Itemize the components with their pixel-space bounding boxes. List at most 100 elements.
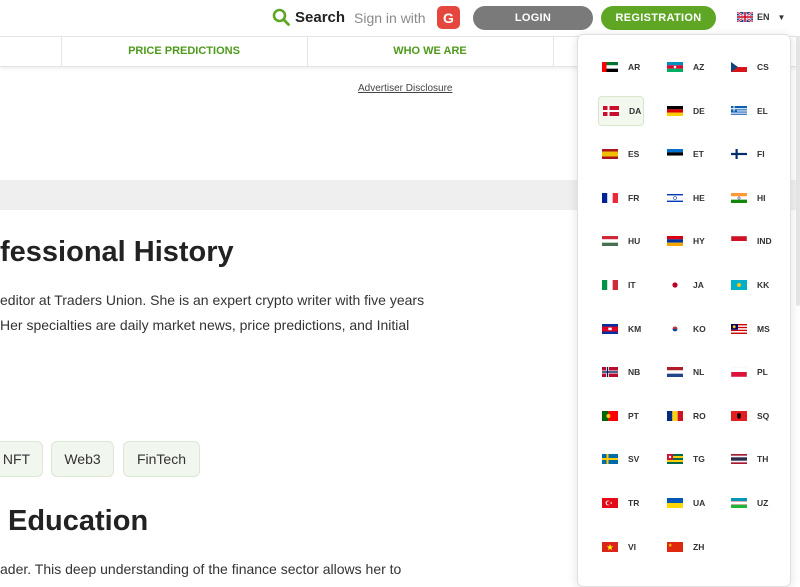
my-flag-icon	[731, 323, 747, 334]
language-code-label: NL	[693, 367, 705, 378]
language-option-vi[interactable]: VI	[598, 532, 644, 562]
language-code-label: PT	[628, 410, 639, 421]
language-option-et[interactable]: ET	[663, 139, 709, 169]
language-code-label: ET	[693, 149, 704, 160]
bio-line-2: Her specialties are daily market news, p…	[0, 317, 410, 333]
language-code-label: MS	[757, 323, 770, 334]
scrollbar[interactable]	[796, 36, 800, 306]
language-option-de[interactable]: DE	[663, 96, 709, 126]
language-option-cs[interactable]: CS	[727, 52, 773, 82]
language-option-ind[interactable]: IND	[727, 226, 773, 256]
language-option-th[interactable]: TH	[727, 444, 773, 474]
language-code-label: FI	[757, 149, 765, 160]
kh-flag-icon	[602, 323, 618, 334]
google-signin-button[interactable]: G	[437, 6, 460, 29]
language-selector[interactable]: EN ▼	[737, 12, 785, 22]
language-code-label: SV	[628, 454, 640, 465]
dk-flag-icon	[603, 105, 619, 116]
language-code-label: CS	[757, 62, 769, 72]
al-flag-icon	[731, 410, 747, 421]
it-flag-icon	[602, 280, 618, 290]
hu-flag-icon	[602, 236, 618, 247]
language-code-label: KK	[757, 280, 770, 290]
language-option-sv[interactable]: SV	[598, 444, 644, 474]
language-option-km[interactable]: KM	[598, 314, 644, 344]
uk-flag-icon	[737, 12, 753, 22]
tag-web3[interactable]: Web3	[51, 441, 114, 477]
ee-flag-icon	[667, 149, 683, 160]
language-option-nl[interactable]: NL	[663, 357, 709, 387]
language-code-label: EL	[757, 105, 768, 116]
language-option-sq[interactable]: SQ	[727, 401, 773, 431]
education-line-1: ader. This deep understanding of the fin…	[0, 561, 402, 577]
language-code-label: HE	[693, 192, 705, 203]
search-icon	[272, 8, 290, 26]
nav-item-price-predictions[interactable]: PRICE PREDICTIONS	[61, 45, 307, 57]
language-option-kk[interactable]: KK	[727, 270, 773, 300]
language-option-ms[interactable]: MS	[727, 314, 773, 344]
language-option-pl[interactable]: PL	[727, 357, 773, 387]
vn-flag-icon	[602, 541, 618, 552]
language-code-label: UZ	[757, 498, 769, 508]
nav-divider	[553, 37, 554, 66]
id-flag-icon	[731, 236, 747, 247]
language-option-da[interactable]: DA	[598, 95, 644, 126]
language-option-zh[interactable]: ZH	[663, 532, 709, 562]
es-flag-icon	[602, 149, 618, 160]
tag-fintech[interactable]: FinTech	[123, 441, 200, 477]
language-option-tg[interactable]: TG	[663, 444, 709, 474]
language-option-az[interactable]: AZ	[663, 52, 709, 82]
language-dropdown: AR AZ CS DA DE EL ES ET FI FR HE HI HU HY IND IT JA KK KM K…	[577, 34, 791, 587]
kz-flag-icon	[731, 280, 747, 290]
language-code-label: AR	[628, 62, 641, 72]
language-code-label: HI	[757, 192, 766, 203]
language-option-pt[interactable]: PT	[598, 401, 644, 431]
language-code-label: KM	[628, 323, 642, 334]
login-button[interactable]: LOGIN	[473, 6, 593, 30]
nav-item-who-we-are[interactable]: WHO WE ARE	[307, 45, 553, 57]
th-flag-icon	[731, 454, 747, 465]
language-option-fi[interactable]: FI	[727, 139, 773, 169]
fr-flag-icon	[602, 192, 618, 203]
language-option-it[interactable]: IT	[598, 270, 644, 300]
gr-flag-icon	[731, 105, 747, 116]
advertiser-disclosure-link[interactable]: Advertiser Disclosure	[358, 83, 452, 94]
registration-button[interactable]: REGISTRATION	[601, 6, 716, 30]
ro-flag-icon	[667, 410, 683, 421]
language-code-label: TG	[693, 454, 705, 465]
language-option-tr[interactable]: TR	[598, 488, 644, 518]
search-button[interactable]: Search	[272, 8, 345, 26]
language-code-label: TH	[757, 454, 769, 465]
language-code-label: FR	[628, 192, 640, 203]
language-code-label: VI	[628, 541, 637, 552]
language-option-he[interactable]: HE	[663, 183, 709, 213]
language-option-hi[interactable]: HI	[727, 183, 773, 213]
language-option-nb[interactable]: NB	[598, 357, 644, 387]
language-code-label: HU	[628, 236, 641, 247]
language-code-label: ZH	[693, 541, 705, 552]
language-option-es[interactable]: ES	[598, 139, 644, 169]
language-option-fr[interactable]: FR	[598, 183, 644, 213]
language-option-ar[interactable]: AR	[598, 52, 644, 82]
tg-flag-icon	[667, 454, 683, 465]
site-header: Search Sign in with G LOGIN REGISTRATION…	[0, 0, 800, 36]
language-option-hu[interactable]: HU	[598, 226, 644, 256]
google-icon: G	[443, 9, 454, 26]
language-option-ro[interactable]: RO	[663, 401, 709, 431]
tag-nft[interactable]: NFT	[0, 441, 43, 477]
language-option-ko[interactable]: KO	[663, 314, 709, 344]
cz-flag-icon	[731, 62, 747, 72]
search-label: Search	[295, 8, 346, 26]
kr-flag-icon	[667, 323, 683, 334]
il-flag-icon	[667, 192, 683, 203]
language-code-label: SQ	[757, 410, 770, 421]
language-code-label: KO	[693, 323, 706, 334]
language-option-el[interactable]: EL	[727, 96, 773, 126]
nl-flag-icon	[667, 367, 683, 378]
language-option-uz[interactable]: UZ	[727, 488, 773, 518]
language-option-ua[interactable]: UA	[663, 488, 709, 518]
language-option-ja[interactable]: JA	[663, 270, 709, 300]
language-option-hy[interactable]: HY	[663, 226, 709, 256]
language-code-label: DA	[629, 105, 642, 116]
language-code-label: ES	[628, 149, 640, 160]
